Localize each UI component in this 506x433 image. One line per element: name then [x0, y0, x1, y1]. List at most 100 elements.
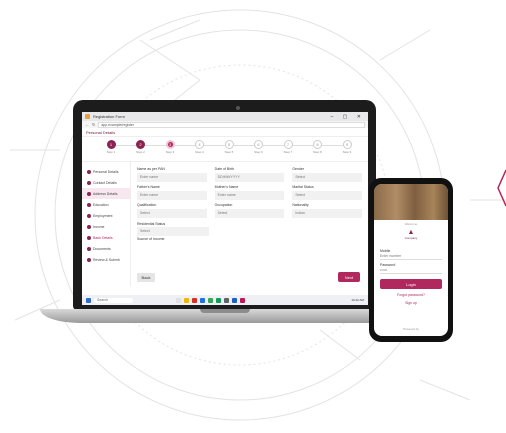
laptop-notch [200, 309, 250, 313]
field-label: Marital Status [292, 185, 314, 189]
chrome-icon[interactable] [192, 297, 197, 303]
field-label: Date of Birth [214, 167, 235, 171]
form-field: Gender Select [292, 167, 362, 182]
page-title: Personal Details [86, 129, 116, 135]
step-6: 6 Step 6 [248, 140, 270, 155]
step-indicator: 6 [254, 140, 263, 149]
field-input[interactable]: Select [292, 191, 362, 200]
sidebar-item-label: Employment [93, 213, 113, 218]
step-indicator: 4 [195, 140, 204, 149]
step-8: 8 Step 8 [307, 140, 329, 155]
bullet-icon [87, 180, 91, 185]
window-title: Registration Form [93, 114, 125, 119]
back-button[interactable]: Back [137, 273, 155, 282]
step-label: Step 2 [136, 150, 145, 154]
field-input[interactable]: Select [214, 209, 285, 218]
step-7: 7 Step 7 [277, 140, 299, 155]
sidebar-item[interactable]: Personal Details [82, 166, 130, 177]
sidebar-item[interactable]: Contact Details [82, 177, 130, 188]
address-bar: ← ↻ app.example/register [82, 121, 368, 128]
login-button[interactable]: Login [380, 279, 442, 289]
edge-icon[interactable] [200, 297, 205, 303]
bullet-icon [87, 235, 91, 240]
sidebar-item[interactable]: Bank Details [82, 232, 130, 243]
field-label: Qualification [137, 203, 157, 207]
sidebar-item-label: Documents [93, 246, 111, 251]
phone-field-input[interactable]: •••••• [380, 267, 442, 274]
step-1: 1 Step 1 [100, 140, 122, 155]
field-label: Nationality [292, 203, 309, 207]
sidebar-item-label: Education [93, 202, 109, 207]
field-input[interactable]: Indian [292, 209, 362, 218]
taskbar-search[interactable]: Search [94, 297, 133, 303]
sidebar-item[interactable]: Address Details [82, 188, 130, 199]
bullet-icon [87, 224, 91, 229]
form-field: Marital Status Select [292, 185, 362, 200]
settings-icon[interactable] [224, 297, 229, 303]
bullet-icon [87, 191, 91, 196]
sidebar-item[interactable]: Education [82, 199, 130, 210]
window-controls[interactable]: – ▢ ✕ [331, 114, 365, 120]
word-icon[interactable] [232, 297, 237, 303]
bullet-icon [87, 213, 91, 218]
browser-icon [85, 114, 90, 119]
back-arrow-icon[interactable]: ← [85, 122, 89, 127]
excel-icon[interactable] [216, 297, 221, 303]
bullet-icon [87, 246, 91, 251]
phone-field-input[interactable]: Enter number [380, 253, 442, 260]
app-icon[interactable] [240, 297, 245, 303]
progress-stepper: 1 Step 1 2 Step 2 3 Step 3 4 Step 4 5 Step 5 6 Step… [82, 137, 368, 162]
residential-status-field: Residential Status Select Source of Inco… [137, 222, 209, 241]
form-field: Nationality Indian [292, 203, 362, 218]
field-input[interactable]: DD/MM/YYYY [214, 173, 285, 182]
form-panel: Name as per PAN Enter name Date of Birth DD… [131, 162, 368, 286]
hexagon-decoration [497, 169, 506, 207]
step-9: 9 Step 9 [336, 140, 358, 155]
field-input[interactable]: Select [292, 173, 362, 182]
step-indicator: 8 [313, 140, 322, 149]
phone-footer: Powered by [403, 327, 419, 331]
field-label: Occupation [214, 203, 233, 207]
step-indicator: 1 [106, 140, 116, 149]
step-label: Step 1 [106, 150, 116, 154]
sidebar-item[interactable]: Documents [82, 243, 130, 254]
sidebar-item-label: Contact Details [93, 180, 117, 185]
windows-start-icon[interactable] [86, 297, 91, 303]
step-label: Step 3 [165, 150, 175, 154]
step-indicator: 5 [224, 140, 234, 149]
form-field: Father's Name Enter name [137, 185, 207, 200]
field-label: Gender [292, 167, 305, 171]
phone-hero-image [374, 184, 448, 220]
field-input[interactable]: Enter name [137, 191, 207, 200]
step-label: Step 5 [224, 150, 234, 154]
field-input[interactable]: Enter name [214, 191, 285, 200]
form-field: Mother's Name Enter name [214, 185, 285, 200]
sidebar-item[interactable]: Review & Submit [82, 254, 130, 265]
sidebar-item-label: Bank Details [93, 235, 113, 240]
sidebar-item[interactable]: Income [82, 221, 130, 232]
task-view-icon[interactable] [176, 297, 181, 303]
step-2: 2 Step 2 [130, 140, 152, 155]
next-button[interactable]: Next [338, 272, 360, 282]
field-label: Name as per PAN [137, 167, 165, 171]
sidebar-item[interactable]: Employment [82, 210, 130, 221]
laptop-screen: Registration Form – ▢ ✕ ← ↻ app.example/… [82, 112, 368, 305]
app-icon[interactable] [208, 297, 213, 303]
form-field: Occupation Select [214, 203, 285, 218]
step-label: Step 6 [254, 150, 263, 154]
file-explorer-icon[interactable] [184, 297, 189, 303]
refresh-icon[interactable]: ↻ [92, 122, 95, 127]
field-input[interactable]: Select [137, 209, 207, 218]
forgot-password-link[interactable]: Forgot password? [374, 293, 448, 297]
sidebar-item-label: Income [93, 224, 105, 229]
signup-link[interactable]: Sign up [374, 301, 448, 305]
field-input[interactable]: Enter name [137, 173, 207, 182]
residential-status-select[interactable]: Select [137, 227, 209, 236]
sidebar-item-label: Address Details [93, 191, 118, 196]
step-4: 4 Step 4 [189, 140, 211, 155]
step-label: Step 7 [283, 150, 293, 154]
bullet-icon [87, 169, 91, 174]
step-3: 3 Step 3 [159, 140, 181, 155]
form-field: Name as per PAN Enter name [137, 167, 207, 182]
url-field[interactable]: app.example/register [98, 121, 365, 128]
